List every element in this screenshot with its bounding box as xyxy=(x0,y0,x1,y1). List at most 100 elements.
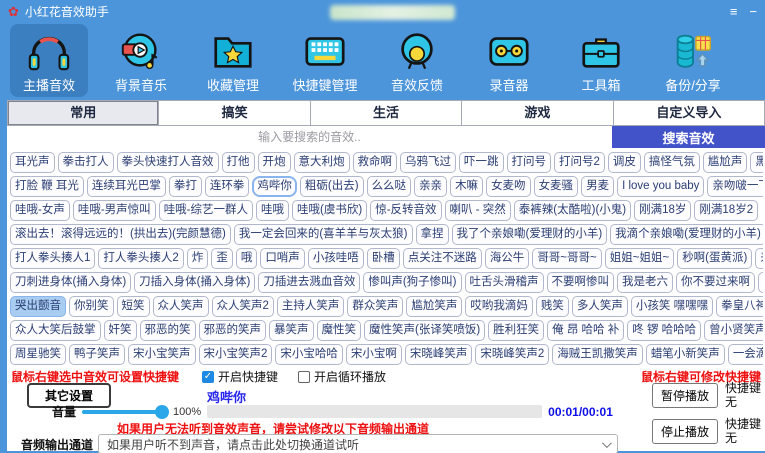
pause-button[interactable]: 暂停播放 xyxy=(652,383,718,408)
sound-button[interactable]: 吐舌头滑稽声 xyxy=(465,272,544,293)
sound-button[interactable]: 意大利炮 xyxy=(294,152,350,173)
sound-button[interactable]: 姐姐~姐姐~ xyxy=(605,248,674,269)
sound-button[interactable]: 哦 xyxy=(236,248,258,269)
sound-button[interactable]: 打他 xyxy=(222,152,255,173)
sound-button[interactable]: 哥哥~哥哥~ xyxy=(532,248,601,269)
sound-button[interactable]: 众人笑声 xyxy=(153,296,209,317)
sound-button[interactable]: 海贼王凯撒笑声 xyxy=(552,344,643,365)
sound-button[interactable]: 暴笑声 xyxy=(269,320,314,341)
tab-common[interactable]: 常用 xyxy=(8,101,159,125)
toolbar-item-background-music[interactable]: 背景音乐 xyxy=(102,24,180,97)
sound-button[interactable]: 刚满18岁 xyxy=(634,200,691,221)
sound-button[interactable]: 众人笑声2 xyxy=(212,296,274,317)
sound-button[interactable]: 秒啊(蛋黄派) xyxy=(677,248,752,269)
sound-button[interactable]: 开炮 xyxy=(258,152,291,173)
tab-life[interactable]: 生活 xyxy=(311,101,462,125)
sound-button[interactable]: 炸 xyxy=(187,248,209,269)
search-sound-button[interactable]: 搜索音效 xyxy=(612,126,765,148)
sound-button[interactable]: 俺 昂 哈哈 补 xyxy=(547,320,624,341)
sound-button[interactable]: 摇头 xyxy=(758,272,763,293)
sound-button[interactable]: 打问号 xyxy=(507,152,552,173)
sound-button[interactable]: 哇哦(虞书欣) xyxy=(292,200,367,221)
sound-button[interactable]: 黑人问号 xyxy=(750,152,763,173)
sound-button[interactable]: 邪恶的笑声 xyxy=(199,320,267,341)
toolbar-item-favorites[interactable]: 收藏管理 xyxy=(194,24,272,97)
volume-slider[interactable] xyxy=(82,405,167,419)
sound-button[interactable]: 魔性笑声(张译笑喷饭) xyxy=(364,320,485,341)
sound-button[interactable]: 亲吻啵一下的声音 xyxy=(707,176,763,197)
sound-button[interactable]: 魔性笑 xyxy=(317,320,362,341)
sound-button[interactable]: 宋小宝笑声 xyxy=(128,344,196,365)
sound-button[interactable]: 拳头快速打人音效 xyxy=(117,152,219,173)
sound-button[interactable]: 宋小宝笑声2 xyxy=(199,344,273,365)
sound-button[interactable]: 刀插入身体(捅入身体) xyxy=(134,272,255,293)
sound-button[interactable]: 我了个亲娘嘞(爱理财的小羊) xyxy=(452,224,608,245)
sound-button[interactable]: 粗砺(出去) xyxy=(300,176,364,197)
toolbar-item-hotkey-manager[interactable]: 快捷键管理 xyxy=(286,24,364,97)
sound-button[interactable]: 卧槽 xyxy=(367,248,400,269)
sound-button[interactable]: 宋小宝啊 xyxy=(346,344,402,365)
sound-button[interactable]: 你别笑 xyxy=(69,296,114,317)
stop-button[interactable]: 停止播放 xyxy=(652,419,718,444)
sound-button[interactable]: 调皮 xyxy=(608,152,641,173)
sound-button[interactable]: 小孩哇唔 xyxy=(308,248,364,269)
sound-button[interactable]: 宋晓峰笑声 xyxy=(405,344,473,365)
sound-button[interactable]: 蜡笔小新笑声 xyxy=(646,344,725,365)
toolbar-item-live-sounds[interactable]: 主播音效 xyxy=(10,24,88,97)
sound-button[interactable]: 尴尬声 xyxy=(703,152,748,173)
sound-button[interactable]: 搞怪气氛 xyxy=(644,152,700,173)
sound-button[interactable]: 宋小宝哈哈 xyxy=(275,344,343,365)
sound-button[interactable]: 贱笑 xyxy=(536,296,569,317)
search-input[interactable] xyxy=(7,126,612,148)
sound-button[interactable]: 多人笑声 xyxy=(572,296,628,317)
sound-button[interactable]: 打人拳头揍人2 xyxy=(98,248,183,269)
sound-button[interactable]: 来抓我呀~笨蛋 xyxy=(755,248,763,269)
sound-button[interactable]: 海公牛 xyxy=(485,248,530,269)
toolbar-item-sound-feedback[interactable]: 音效反馈 xyxy=(378,24,456,97)
sound-button[interactable]: 群众笑声 xyxy=(347,296,403,317)
sound-button[interactable]: 尴尬笑声 xyxy=(406,296,462,317)
sound-button[interactable]: 周星驰笑 xyxy=(10,344,66,365)
tab-game[interactable]: 游戏 xyxy=(462,101,613,125)
sound-button[interactable]: 刚满18岁2 xyxy=(694,200,758,221)
sound-button[interactable]: 点关注不迷路 xyxy=(403,248,482,269)
sound-button[interactable]: 一会滴 哈哈哈 xyxy=(728,344,763,365)
toolbar-item-toolbox[interactable]: 工具箱 xyxy=(562,24,640,97)
sound-button[interactable]: 刀刺进身体(捅入身体) xyxy=(10,272,131,293)
sound-button[interactable]: 宋晓峰笑声2 xyxy=(475,344,549,365)
sound-button[interactable]: 不要啊惨叫 xyxy=(547,272,615,293)
sound-button[interactable]: 打脸 鞭 耳光 xyxy=(10,176,84,197)
sound-button[interactable]: 哇哦-男声惊叫 xyxy=(73,200,156,221)
sound-button[interactable]: 我一定会回来的(喜羊羊与灰太狼) xyxy=(234,224,413,245)
sound-button[interactable]: 歪 xyxy=(211,248,233,269)
sound-button[interactable]: 打人拳头揍人1 xyxy=(10,248,95,269)
sound-button[interactable]: 乌鸦飞过 xyxy=(400,152,456,173)
sound-button[interactable]: 口哨声 xyxy=(260,248,305,269)
sound-button[interactable]: 打问号2 xyxy=(554,152,605,173)
sound-button[interactable]: 鸡哔你 xyxy=(252,176,297,197)
sound-button[interactable]: 男麦 xyxy=(581,176,614,197)
tab-custom-import[interactable]: 自定义导入 xyxy=(614,101,764,125)
sound-button[interactable]: 曾小贤笑声音效 xyxy=(704,320,763,341)
sound-button[interactable]: 惨叫声(狗子惨叫) xyxy=(363,272,461,293)
sound-button[interactable]: 邪恶的笑 xyxy=(140,320,196,341)
sound-button[interactable]: 哭出颤音 xyxy=(10,296,66,317)
sound-button[interactable]: 我是老六 xyxy=(617,272,673,293)
sound-button[interactable]: 救命啊 xyxy=(353,152,398,173)
sound-button[interactable]: 奸笑 xyxy=(104,320,137,341)
sound-button[interactable]: 木嘛 xyxy=(450,176,483,197)
enable-loop-checkbox[interactable]: 开启循环播放 xyxy=(298,368,386,385)
sound-button[interactable]: 拳皇八神庵笑声 xyxy=(716,296,763,317)
toolbar-item-recorder[interactable]: 录音器 xyxy=(470,24,548,97)
sound-button[interactable]: 哇哦 xyxy=(256,200,289,221)
playback-progress-bar[interactable] xyxy=(207,405,542,418)
sound-button[interactable]: 咚 锣 哈哈哈 xyxy=(627,320,701,341)
minimize-icon[interactable]: − xyxy=(749,4,757,19)
enable-hotkey-checkbox[interactable]: ✓ 开启快捷键 xyxy=(202,368,278,385)
toolbar-item-backup-share[interactable]: 备份/分享 xyxy=(654,24,732,97)
sound-button[interactable]: 短笑 xyxy=(117,296,150,317)
sound-button[interactable]: 连续耳光巴掌 xyxy=(87,176,166,197)
audio-channel-select[interactable]: 如果用户听不到声音，请点击此处切换通道试听 xyxy=(98,434,618,453)
sound-button[interactable]: 众人大笑后鼓掌 xyxy=(10,320,101,341)
sound-button[interactable]: 女麦骚 xyxy=(534,176,579,197)
